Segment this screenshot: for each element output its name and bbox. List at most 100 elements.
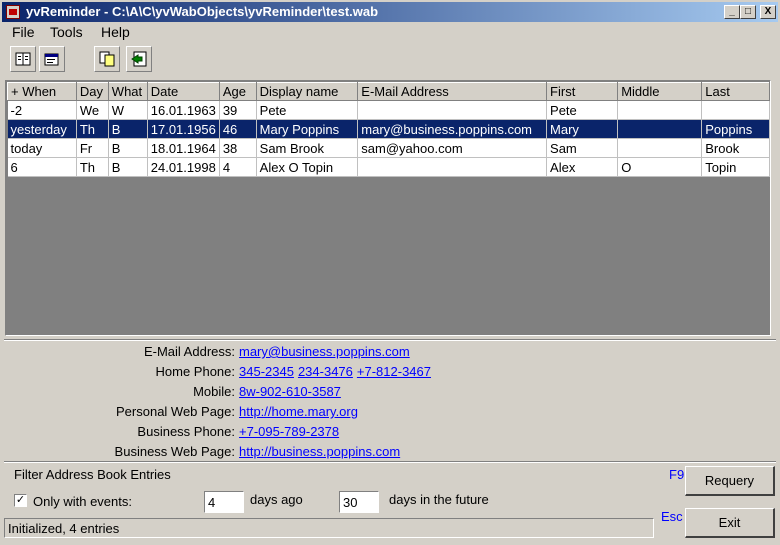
details-panel: E-Mail Address: mary@business.poppins.co… [0,340,780,462]
cell-age: 38 [219,138,257,158]
title-bar[interactable]: yvReminder - C:\A\C\yvWabObjects\yvRemin… [2,2,778,22]
properties-icon [44,53,59,66]
email-label: E-Mail Address: [143,344,235,359]
cell-day: Fr [76,138,109,158]
cell-last [701,100,770,120]
requery-shortcut: F9 [669,467,685,482]
cell-date: 24.01.1998 [147,157,220,177]
menu-file[interactable]: File [12,24,35,40]
export-icon [131,51,147,67]
cell-middle: O [617,157,703,177]
entries-list[interactable]: + When Day What Date Age Display name E-… [5,80,771,336]
filter-title: Filter Address Book Entries [14,467,171,482]
address-book-icon [15,52,31,66]
table-header: + When Day What Date Age Display name E-… [7,82,770,101]
cell-what: W [108,100,148,120]
detail-personal-web-row: Personal Web Page: http://home.mary.org [0,401,780,421]
cell-first: Pete [546,100,619,120]
maximize-button[interactable]: □ [740,5,756,19]
table-row[interactable]: 6 Th B 24.01.1998 4 Alex O Topin Alex O … [7,157,770,177]
column-header-age[interactable]: Age [218,82,257,101]
home-phone-label: Home Phone: [155,364,236,379]
cell-middle [617,100,703,120]
detail-business-phone-row: Business Phone: +7-095-789-2378 [0,421,780,441]
cell-what: B [108,119,148,139]
cell-day: Th [76,119,109,139]
divider [4,461,776,463]
cell-last: Topin [701,157,770,177]
cell-date: 17.01.1956 [147,119,220,139]
days-ago-label: days ago [250,492,303,507]
cell-age: 39 [219,100,257,120]
column-header-date[interactable]: Date [146,82,220,101]
cell-first: Alex [546,157,619,177]
detail-mobile-row: Mobile: 8w-902-610-3587 [0,381,780,401]
email-link[interactable]: mary@business.poppins.com [239,344,410,359]
cell-when: 6 [7,157,77,177]
column-header-last[interactable]: Last [701,82,770,101]
cell-day: Th [76,157,109,177]
mobile-label: Mobile: [193,384,235,399]
cell-first: Sam [546,138,619,158]
column-header-when[interactable]: + When [7,82,77,101]
business-web-label: Business Web Page: [114,444,235,459]
requery-button[interactable]: Requery [685,466,775,496]
table-row-selected[interactable]: yesterday Th B 17.01.1956 46 Mary Poppin… [7,119,770,139]
cell-email [357,157,548,177]
personal-web-link[interactable]: http://home.mary.org [239,404,358,419]
cell-day: We [76,100,109,120]
entries-table: + When Day What Date Age Display name E-… [7,82,770,177]
cell-what: B [108,157,148,177]
cell-last: Brook [701,138,770,158]
table-row[interactable]: today Fr B 18.01.1964 38 Sam Brook sam@y… [7,138,770,158]
business-web-link[interactable]: http://business.poppins.com [239,444,400,459]
column-header-middle[interactable]: Middle [617,82,703,101]
home-phone-link[interactable]: 234-3476 [298,364,353,379]
column-header-what[interactable]: What [107,82,148,101]
cell-what: B [108,138,148,158]
detail-home-phone-row: Home Phone: 345-2345 234-3476 +7-812-3467 [0,361,780,381]
cell-date: 16.01.1963 [147,100,220,120]
cell-when: today [7,138,77,158]
cell-middle [617,138,703,158]
home-phone-link[interactable]: +7-812-3467 [357,364,431,379]
business-phone-link[interactable]: +7-095-789-2378 [239,424,339,439]
only-events-label[interactable]: Only with events: [33,494,132,509]
exit-shortcut: Esc [661,509,683,524]
only-events-checkbox[interactable]: ✓ [14,494,27,507]
cell-display-name: Sam Brook [256,138,359,158]
close-button[interactable]: X [760,5,776,19]
column-header-email[interactable]: E-Mail Address [357,82,548,101]
menu-help[interactable]: Help [101,24,130,40]
personal-web-label: Personal Web Page: [116,404,235,419]
column-header-display-name[interactable]: Display name [255,82,359,101]
minimize-button[interactable]: _ [724,5,740,19]
copy-button[interactable] [94,46,120,72]
table-row[interactable]: -2 We W 16.01.1963 39 Pete Pete [7,100,770,120]
cell-display-name: Alex O Topin [256,157,359,177]
toolbar [2,42,778,76]
properties-button[interactable] [39,46,65,72]
detail-email-row: E-Mail Address: mary@business.poppins.co… [0,341,780,361]
app-icon[interactable] [6,5,20,19]
column-header-first[interactable]: First [546,82,619,101]
cell-when: -2 [7,100,77,120]
cell-middle [617,119,703,139]
cell-first: Mary [546,119,619,139]
days-ago-input[interactable] [204,491,244,513]
copy-icon [99,51,115,67]
home-phone-link[interactable]: 345-2345 [239,364,294,379]
business-phone-label: Business Phone: [137,424,235,439]
days-future-input[interactable] [339,491,379,513]
menu-bar: File Tools Help [2,22,778,41]
address-book-button[interactable] [10,46,36,72]
cell-email: mary@business.poppins.com [357,119,548,139]
exit-button[interactable]: Exit [685,508,775,538]
menu-tools[interactable]: Tools [50,24,83,40]
export-button[interactable] [126,46,152,72]
mobile-link[interactable]: 8w-902-610-3587 [239,384,341,399]
cell-display-name: Mary Poppins [256,119,359,139]
detail-business-web-row: Business Web Page: http://business.poppi… [0,441,780,461]
cell-display-name: Pete [256,100,359,120]
column-header-day[interactable]: Day [75,82,109,101]
